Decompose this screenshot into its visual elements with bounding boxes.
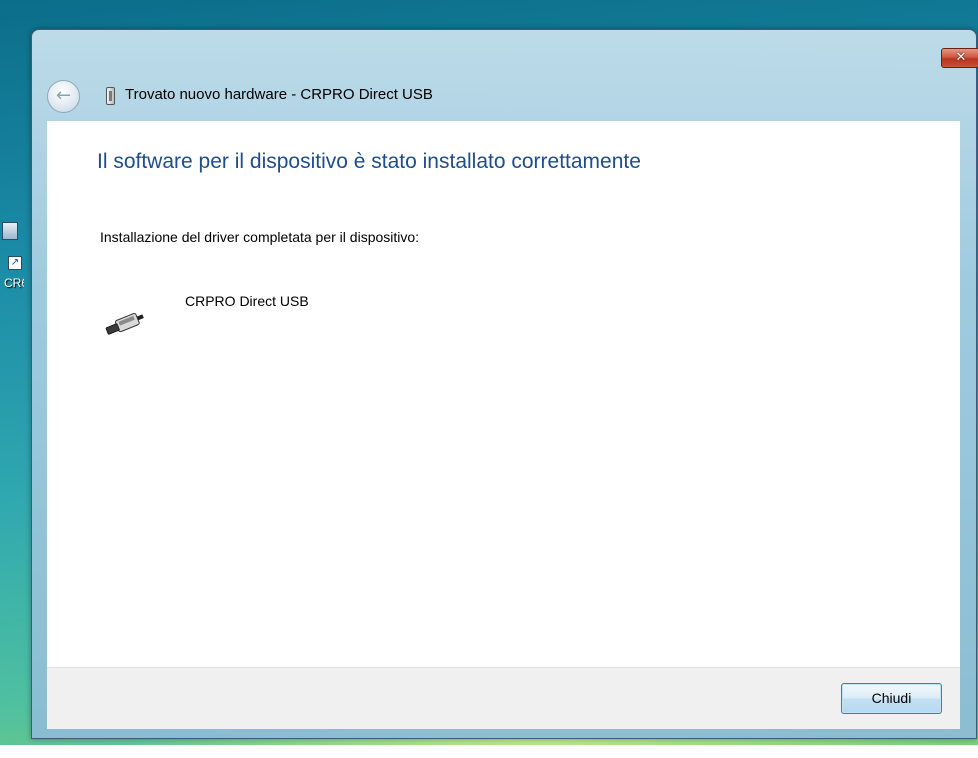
device-name: CRPRO Direct USB — [185, 293, 309, 309]
usb-device-icon — [106, 87, 115, 105]
window-close-button[interactable]: ✕ — [941, 48, 978, 68]
usb-connector-icon — [105, 312, 144, 335]
window-title: Trovato nuovo hardware - CRPRO Direct US… — [125, 86, 433, 103]
desktop-shortcut-label[interactable]: CR6 — [4, 276, 24, 290]
back-button[interactable]: ← — [47, 80, 80, 113]
wizard-content: Il software per il dispositivo è stato i… — [47, 121, 960, 667]
screen-bottom-strip — [0, 745, 978, 758]
page-heading: Il software per il dispositivo è stato i… — [97, 150, 641, 173]
chiudi-button[interactable]: Chiudi — [841, 683, 942, 714]
install-status-text: Installazione del driver completata per … — [100, 229, 420, 245]
wizard-footer: Chiudi — [47, 667, 960, 729]
monitor-icon — [2, 222, 18, 240]
desktop-shortcut-icon[interactable]: ↗ — [0, 218, 22, 274]
shortcut-arrow-icon: ↗ — [8, 256, 22, 270]
